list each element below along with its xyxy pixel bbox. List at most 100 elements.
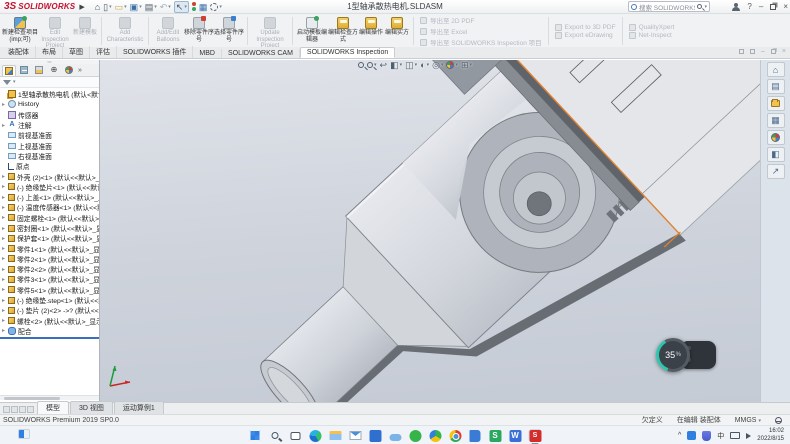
panel-tabs-overflow-icon[interactable]: » [77,67,82,74]
tab-model[interactable]: 模型 [37,401,69,414]
add-edit-balloons-button[interactable]: Add/Edit Balloons [152,15,184,47]
open-icon[interactable]: ▭▾ [115,2,127,12]
doc-minimize-icon[interactable]: – [761,48,765,55]
rollback-bar[interactable] [0,337,99,339]
tree-item-part[interactable]: ▸零件3<1> (默认<<默认>_显示状态 [0,274,99,284]
export-inspection-project-button[interactable]: 导出至 SOLIDWORKS Inspection 项目 [420,37,542,47]
search-icon-taskbar[interactable] [269,429,282,442]
task-view-icon[interactable] [289,429,302,442]
tree-item-part[interactable]: ▸螺栓<2> (默认<<默认>_显示状态 [0,316,99,326]
store-icon[interactable] [369,429,382,442]
edge-icon[interactable] [309,429,322,442]
solidworks-taskbar-icon[interactable]: S [529,429,542,442]
new-inspection-project-button[interactable]: 新建检查项目 (imp;可) [2,15,38,47]
tree-item-part[interactable]: ▸固定螺栓<1> (默认<<默认>_显示状 [0,213,99,223]
status-units[interactable]: MMGS▾ [735,417,761,424]
zoom-fit-icon[interactable] [358,62,364,68]
launch-template-editor-button[interactable]: 启动模板编辑器 [296,15,328,47]
edit-measurement-button[interactable]: 编辑实方 [384,15,410,47]
forum-icon[interactable]: ↗ [767,164,785,179]
browser-icon[interactable] [429,429,442,442]
export-edrawing-button[interactable]: Export eDrawing [555,32,616,39]
ime-indicator[interactable]: 中 [717,431,724,441]
tree-item-part[interactable]: ▸(-) 绝缘垫.step<1> (默认<<默认>_ [0,295,99,305]
tab-sketch[interactable]: 草图 [63,46,90,58]
tab-configurationmanager[interactable] [32,65,46,76]
file-properties-icon[interactable]: ▦ [199,2,208,12]
doc-window-icon2[interactable] [750,49,755,54]
reader-icon[interactable] [469,429,482,442]
qualityxpert-button[interactable]: QualityXpert [629,24,675,31]
minimize-button[interactable]: – [759,2,763,11]
export-2d-pdf-button[interactable]: 导出至 2D PDF [420,15,542,25]
hide-show-items-icon[interactable]: ◎▾ [432,60,443,70]
tree-item-part[interactable]: ▸保护套<1> (默认<<默认>_显示状态 [0,233,99,243]
wps-icon[interactable]: W [509,429,522,442]
view-settings-icon[interactable]: ⊞▾ [461,60,472,70]
save-icon[interactable]: ▣▾ [130,2,142,12]
solidworks-resources-icon[interactable]: ⌂ [767,62,785,77]
doc-restore-icon[interactable] [771,49,776,54]
search-box[interactable]: 搜索 SOLIDWORKS 帮助 ▾ [628,1,710,12]
widgets-icon[interactable] [18,429,30,439]
globe-icon[interactable] [775,417,782,424]
select-balloons-button[interactable]: 选择零件序号 [214,15,244,47]
tab-featuremanager[interactable] [2,65,16,76]
tree-item-annotations[interactable]: ▸A注解 [0,120,99,130]
help-button[interactable]: ? [747,2,751,11]
3d-viewport[interactable]: ▾ ↩ ◧▾ ◫▾ ◐▾ ◎▾ ▾ ⊞▾ 35% [100,60,760,402]
tree-item-part[interactable]: ▸零件2<2> (默认<<默认>_显示状态 [0,264,99,274]
tab-assembly[interactable]: 装配体 [2,46,36,58]
custom-properties-icon[interactable]: ◧ [767,147,785,162]
doc-close-icon[interactable]: × [782,48,786,55]
net-inspect-button[interactable]: Net-Inspect [629,32,675,39]
tree-item-part[interactable]: ▸零件2<1> (默认<<默认>_显示状态 [0,254,99,264]
search-input[interactable]: 搜索 SOLIDWORKS 帮助 [639,2,695,12]
network-icon[interactable] [730,432,740,439]
tree-item-origin[interactable]: 原点 [0,161,99,171]
zoom-area-icon[interactable]: ▾ [367,60,377,70]
new-doc-icon[interactable]: ▯▾ [103,2,111,12]
appearances-scenes-icon[interactable] [767,130,785,145]
menu-flyout-arrow[interactable]: ▶ [79,3,84,11]
tree-item-right-plane[interactable]: 右视基准面 [0,151,99,161]
zoom-overlay-widget[interactable]: 35% [656,338,718,372]
app-s-icon[interactable]: S [489,429,502,442]
tree-item-sensors[interactable]: 传感器 [0,110,99,120]
tab-cam[interactable]: SOLIDWORKS CAM [222,49,300,58]
section-view-icon[interactable]: ◧▾ [390,60,402,70]
export-3d-pdf-button[interactable]: Export to 3D PDF [555,24,616,31]
edit-operation-button[interactable]: 编辑操作 [358,15,384,47]
tray-shield-icon[interactable] [702,431,711,441]
remove-balloons-button[interactable]: 移除零件序号 [184,15,214,47]
tree-item-part[interactable]: ▸密封圈<1> (默认<<默认>_显示状态 [0,223,99,233]
explorer-icon[interactable] [329,429,342,442]
export-excel-button[interactable]: 导出至 Excel [420,26,542,36]
start-icon[interactable] [249,429,262,442]
edit-inspection-method-button[interactable]: 编辑检查方式 [328,15,358,47]
wechat-icon[interactable] [409,429,422,442]
tree-item-part[interactable]: ▸(-) 垫片 (2)<2> ->? (默认<<默认> [0,305,99,315]
tab-evaluate[interactable]: 评估 [90,46,117,58]
tab-inspection[interactable]: SOLIDWORKS Inspection [300,47,395,58]
display-style-icon[interactable]: ◐▾ [420,60,429,70]
scrollbar-thumb[interactable] [4,397,60,400]
view-palette-icon[interactable]: ▦ [767,113,785,128]
pane-splitter-buttons[interactable] [0,406,37,414]
tree-item-history[interactable]: ▸History [0,99,99,109]
tab-mbd[interactable]: MBD [193,49,222,58]
design-library-icon[interactable]: ▤ [767,79,785,94]
home-icon[interactable]: ⌂ [95,2,100,12]
tree-item-part[interactable]: ▸零件1<1> (默认<<默认>_显示状态 [0,243,99,253]
tree-item-front-plane[interactable]: 前视基准面 [0,130,99,140]
tab-motion-study[interactable]: 运动算例1 [114,401,164,414]
tray-app-icon[interactable] [687,431,696,440]
tab-addins[interactable]: SOLIDWORKS 插件 [117,46,193,58]
clock[interactable]: 16:02 2022/8/15 [757,428,784,444]
tab-displaymanager[interactable] [62,65,76,76]
user-account-icon[interactable] [732,3,740,11]
tab-dimxpertmanager[interactable]: ⊕ [47,65,61,76]
update-inspection-project-button[interactable]: Update Inspection Project [251,15,289,47]
tree-item-part[interactable]: ▸(-) 绝缘垫片<1> (默认<<默认>_显示 [0,182,99,192]
tree-item-part[interactable]: ▸外壳 (2)<1> (默认<<默认>_显示状态 [0,171,99,181]
